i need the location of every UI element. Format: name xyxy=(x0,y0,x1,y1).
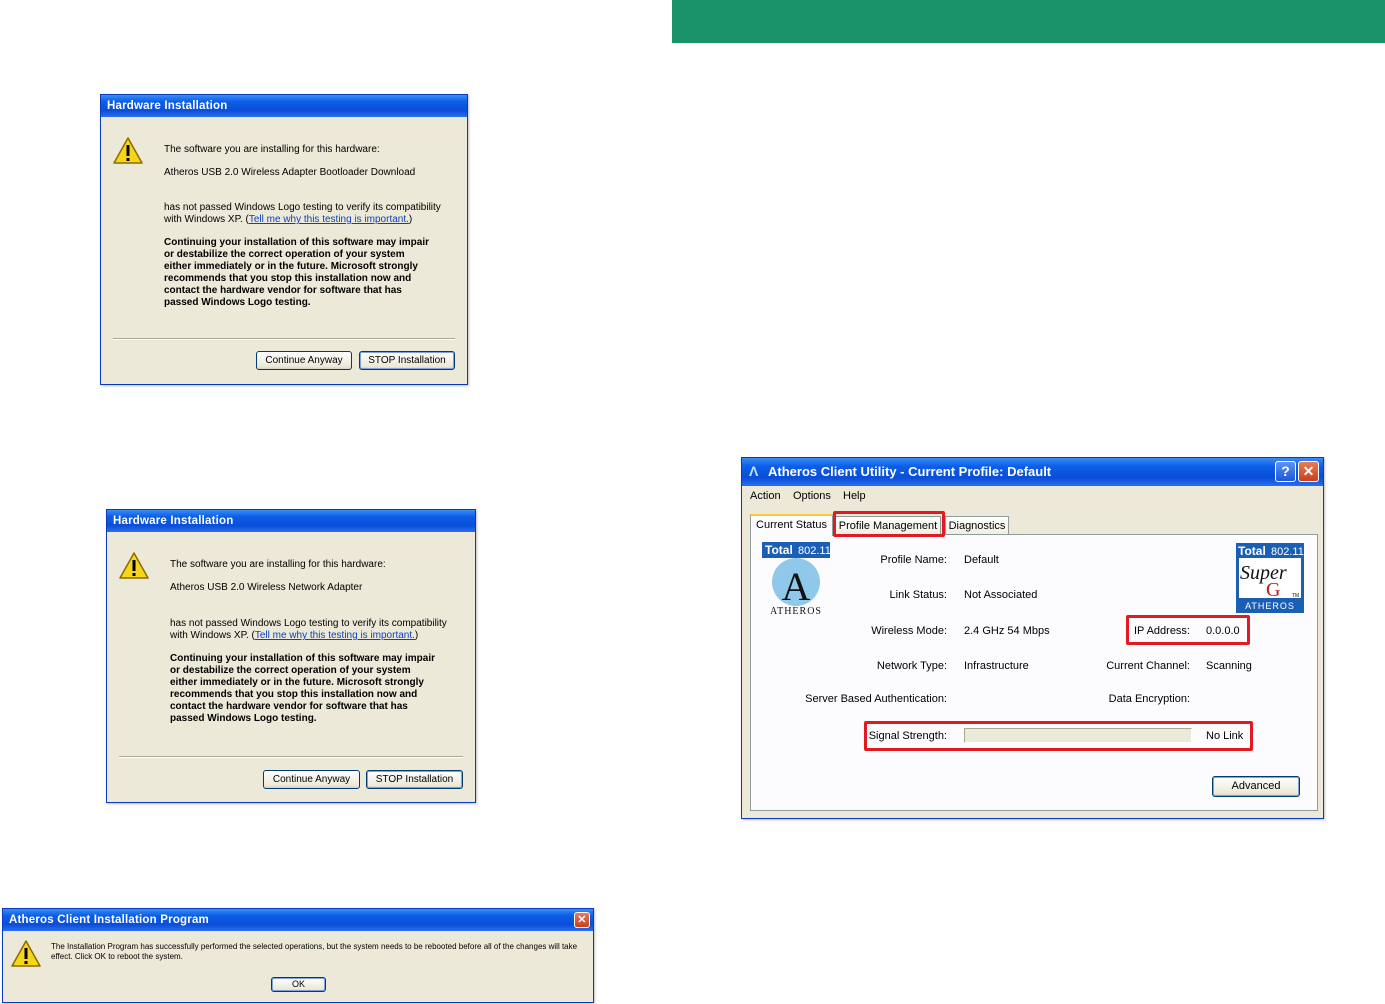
not-passed-text: has not passed Windows Logo testing to v… xyxy=(164,202,441,213)
close-paren: ) xyxy=(408,214,413,225)
warning-icon xyxy=(11,940,41,967)
stop-installation-button[interactable]: STOP Installation xyxy=(366,770,463,789)
profile-name-value: Default xyxy=(964,554,999,566)
logo-std-text: 802.11 xyxy=(1271,546,1304,558)
compat-line: with Windows XP. (Tell me why this testi… xyxy=(170,630,418,642)
logo-tm-text: TM xyxy=(1292,593,1299,599)
link-status-label: Link Status: xyxy=(889,589,947,601)
dialog-title: Hardware Installation xyxy=(107,510,475,532)
intro-text: The software you are installing for this… xyxy=(164,144,380,155)
window-title: Λ Atheros Client Utility - Current Profi… xyxy=(742,458,1323,486)
logo-brand: ATHEROS xyxy=(1245,601,1295,611)
warning-text: Continuing your installation of this sof… xyxy=(164,237,429,309)
continue-anyway-button[interactable]: Continue Anyway xyxy=(256,351,352,370)
warning-icon xyxy=(113,137,143,164)
with-xp-text: with Windows XP. ( xyxy=(164,214,249,225)
logo-std-text: 802.11 xyxy=(798,545,830,557)
current-channel-label: Current Channel: xyxy=(1106,660,1190,672)
warning-line: Continuing your installation of this sof… xyxy=(164,237,430,248)
dialog-title-text: Atheros Client Installation Program xyxy=(9,914,209,926)
message-line: The Installation Program has successfull… xyxy=(51,942,578,951)
why-testing-link[interactable]: Tell me why this testing is important. xyxy=(249,214,409,225)
warning-line: contact the hardware vendor for software… xyxy=(164,285,402,296)
warning-line: recommends that you stop this installati… xyxy=(170,689,418,700)
link-status-value: Not Associated xyxy=(964,589,1038,601)
warning-line: or destabilize the correct operation of … xyxy=(164,249,405,260)
highlight-signal-strength xyxy=(864,721,1253,751)
device-name: Atheros USB 2.0 Wireless Network Adapter xyxy=(170,582,363,593)
hardware-installation-dialog-2: Hardware Installation The software you a… xyxy=(106,509,476,803)
data-encryption-label: Data Encryption: xyxy=(1108,693,1190,705)
logo-letter: A xyxy=(782,564,811,609)
highlight-profile-management xyxy=(833,511,945,537)
network-type-value: Infrastructure xyxy=(964,660,1029,672)
warning-line: or destabilize the correct operation of … xyxy=(170,665,411,676)
warning-text: Continuing your installation of this sof… xyxy=(170,653,435,725)
warning-line: recommends that you stop this installati… xyxy=(164,273,412,284)
close-icon[interactable]: ✕ xyxy=(574,912,590,928)
dialog-title: Atheros Client Installation Program ✕ xyxy=(3,909,593,931)
warning-line: passed Windows Logo testing. xyxy=(164,297,311,308)
device-name: Atheros USB 2.0 Wireless Adapter Bootloa… xyxy=(164,167,416,178)
reboot-message: The Installation Program has successfull… xyxy=(51,942,591,962)
wireless-mode-label: Wireless Mode: xyxy=(871,625,947,637)
compat-line: with Windows XP. (Tell me why this testi… xyxy=(164,214,412,226)
continue-anyway-button[interactable]: Continue Anyway xyxy=(263,770,360,789)
tab-diagnostics[interactable]: Diagnostics xyxy=(945,516,1009,534)
atheros-logo-icon: Λ xyxy=(749,463,759,479)
hardware-installation-dialog-1: Hardware Installation The software you a… xyxy=(100,94,468,385)
atheros-total-80211-logo: Total 802.11 A ATHEROS xyxy=(762,542,830,616)
network-type-label: Network Type: xyxy=(876,660,947,672)
tab-current-status[interactable]: Current Status xyxy=(750,514,833,536)
menu-action[interactable]: Action xyxy=(750,486,781,506)
atheros-super-g-logo: Total 802.11 Super G TM ATHEROS xyxy=(1236,543,1304,613)
current-channel-value: Scanning xyxy=(1206,660,1252,672)
profile-name-label: Profile Name: xyxy=(880,554,947,566)
client-installation-dialog: Atheros Client Installation Program ✕ Th… xyxy=(2,908,594,1003)
close-paren: ) xyxy=(414,630,419,641)
ok-button[interactable]: OK xyxy=(271,977,326,992)
close-icon[interactable]: ✕ xyxy=(1298,461,1319,482)
stop-installation-button[interactable]: STOP Installation xyxy=(359,351,455,370)
menu-help[interactable]: Help xyxy=(843,486,866,506)
logo-g-text: G xyxy=(1266,579,1280,601)
wireless-mode-value: 2.4 GHz 54 Mbps xyxy=(964,625,1050,637)
menu-options[interactable]: Options xyxy=(793,486,831,506)
logo-total-text: Total xyxy=(1238,544,1266,558)
warning-icon xyxy=(119,552,149,579)
warning-line: either immediately or in the future. Mic… xyxy=(170,677,424,688)
dialog-title: Hardware Installation xyxy=(101,95,467,117)
server-auth-label: Server Based Authentication: xyxy=(805,693,947,705)
not-passed-text: has not passed Windows Logo testing to v… xyxy=(170,618,447,629)
warning-line: passed Windows Logo testing. xyxy=(170,713,317,724)
header-band xyxy=(672,0,1385,43)
highlight-ip-address xyxy=(1126,615,1250,645)
separator xyxy=(119,756,463,758)
separator xyxy=(113,338,455,340)
warning-line: contact the hardware vendor for software… xyxy=(170,701,408,712)
message-line: effect. Click OK to reboot the system. xyxy=(51,952,183,961)
atheros-client-utility-window: Λ Atheros Client Utility - Current Profi… xyxy=(741,457,1324,819)
intro-text: The software you are installing for this… xyxy=(170,559,386,570)
logo-total-text: Total xyxy=(765,543,793,557)
warning-line: either immediately or in the future. Mic… xyxy=(164,261,418,272)
with-xp-text: with Windows XP. ( xyxy=(170,630,255,641)
help-icon[interactable]: ? xyxy=(1275,461,1296,482)
logo-brand: ATHEROS xyxy=(770,606,822,616)
why-testing-link[interactable]: Tell me why this testing is important. xyxy=(255,630,415,641)
advanced-button[interactable]: Advanced xyxy=(1212,776,1300,797)
window-title-text: Atheros Client Utility - Current Profile… xyxy=(768,464,1052,479)
warning-line: Continuing your installation of this sof… xyxy=(170,653,436,664)
